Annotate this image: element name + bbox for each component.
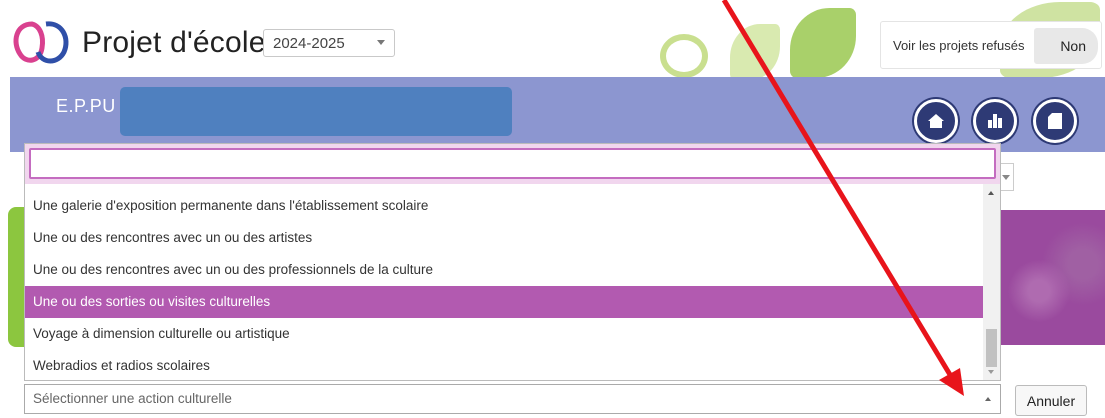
document-icon bbox=[1048, 113, 1062, 129]
scroll-down-icon[interactable] bbox=[988, 370, 994, 374]
dropdown-search-wrap bbox=[25, 144, 1000, 184]
dropdown-options-list: Une galerie d'exposition permanente dans… bbox=[25, 190, 983, 380]
decor-purple-photo bbox=[995, 210, 1105, 345]
year-select-value: 2024-2025 bbox=[273, 34, 345, 52]
chart-icon bbox=[988, 114, 1002, 128]
cultural-action-select[interactable]: Sélectionner une action culturelle bbox=[24, 384, 1001, 414]
cancel-button[interactable]: Annuler bbox=[1015, 385, 1087, 416]
action-dropdown: Une galerie d'exposition permanente dans… bbox=[24, 143, 1001, 381]
list-item[interactable]: Voyage à dimension culturelle ou artisti… bbox=[25, 318, 983, 350]
select-placeholder: Sélectionner une action culturelle bbox=[33, 391, 232, 406]
refused-projects-control: Voir les projets refusés Non bbox=[880, 21, 1102, 69]
list-item[interactable]: Webradios et radios scolaires bbox=[25, 350, 983, 380]
refused-projects-toggle[interactable]: Non bbox=[1034, 28, 1098, 64]
page-title: Projet d'école bbox=[82, 26, 266, 59]
home-button[interactable] bbox=[914, 99, 958, 143]
list-item[interactable]: Une ou des rencontres avec un ou des pro… bbox=[25, 254, 983, 286]
list-item[interactable]: Une galerie d'exposition permanente dans… bbox=[25, 190, 983, 222]
header: Projet d'école bbox=[10, 18, 266, 68]
dropdown-scrollbar[interactable] bbox=[983, 184, 1000, 380]
scroll-up-icon[interactable] bbox=[988, 191, 994, 195]
list-item-active[interactable]: Une ou des sorties ou visites culturelle… bbox=[25, 286, 983, 318]
decor-leaf bbox=[660, 34, 708, 78]
statistics-button[interactable] bbox=[973, 99, 1017, 143]
year-select[interactable]: 2024-2025 bbox=[263, 29, 395, 57]
school-prefix: E.P.PU bbox=[56, 96, 116, 116]
refused-projects-label: Voir les projets refusés bbox=[893, 37, 1025, 53]
logo-icon bbox=[10, 18, 72, 68]
decor-leaf bbox=[790, 8, 856, 78]
chevron-down-icon bbox=[377, 40, 385, 45]
redacted-school-name bbox=[120, 87, 512, 136]
scrollbar-thumb[interactable] bbox=[986, 329, 997, 367]
dropdown-search-input[interactable] bbox=[29, 148, 996, 179]
home-icon bbox=[928, 114, 944, 128]
decor-leaf bbox=[730, 24, 780, 80]
list-item[interactable]: Une ou des rencontres avec un ou des art… bbox=[25, 222, 983, 254]
chevron-up-icon bbox=[985, 397, 991, 401]
document-button[interactable] bbox=[1033, 99, 1077, 143]
toggle-value: Non bbox=[1060, 38, 1086, 54]
